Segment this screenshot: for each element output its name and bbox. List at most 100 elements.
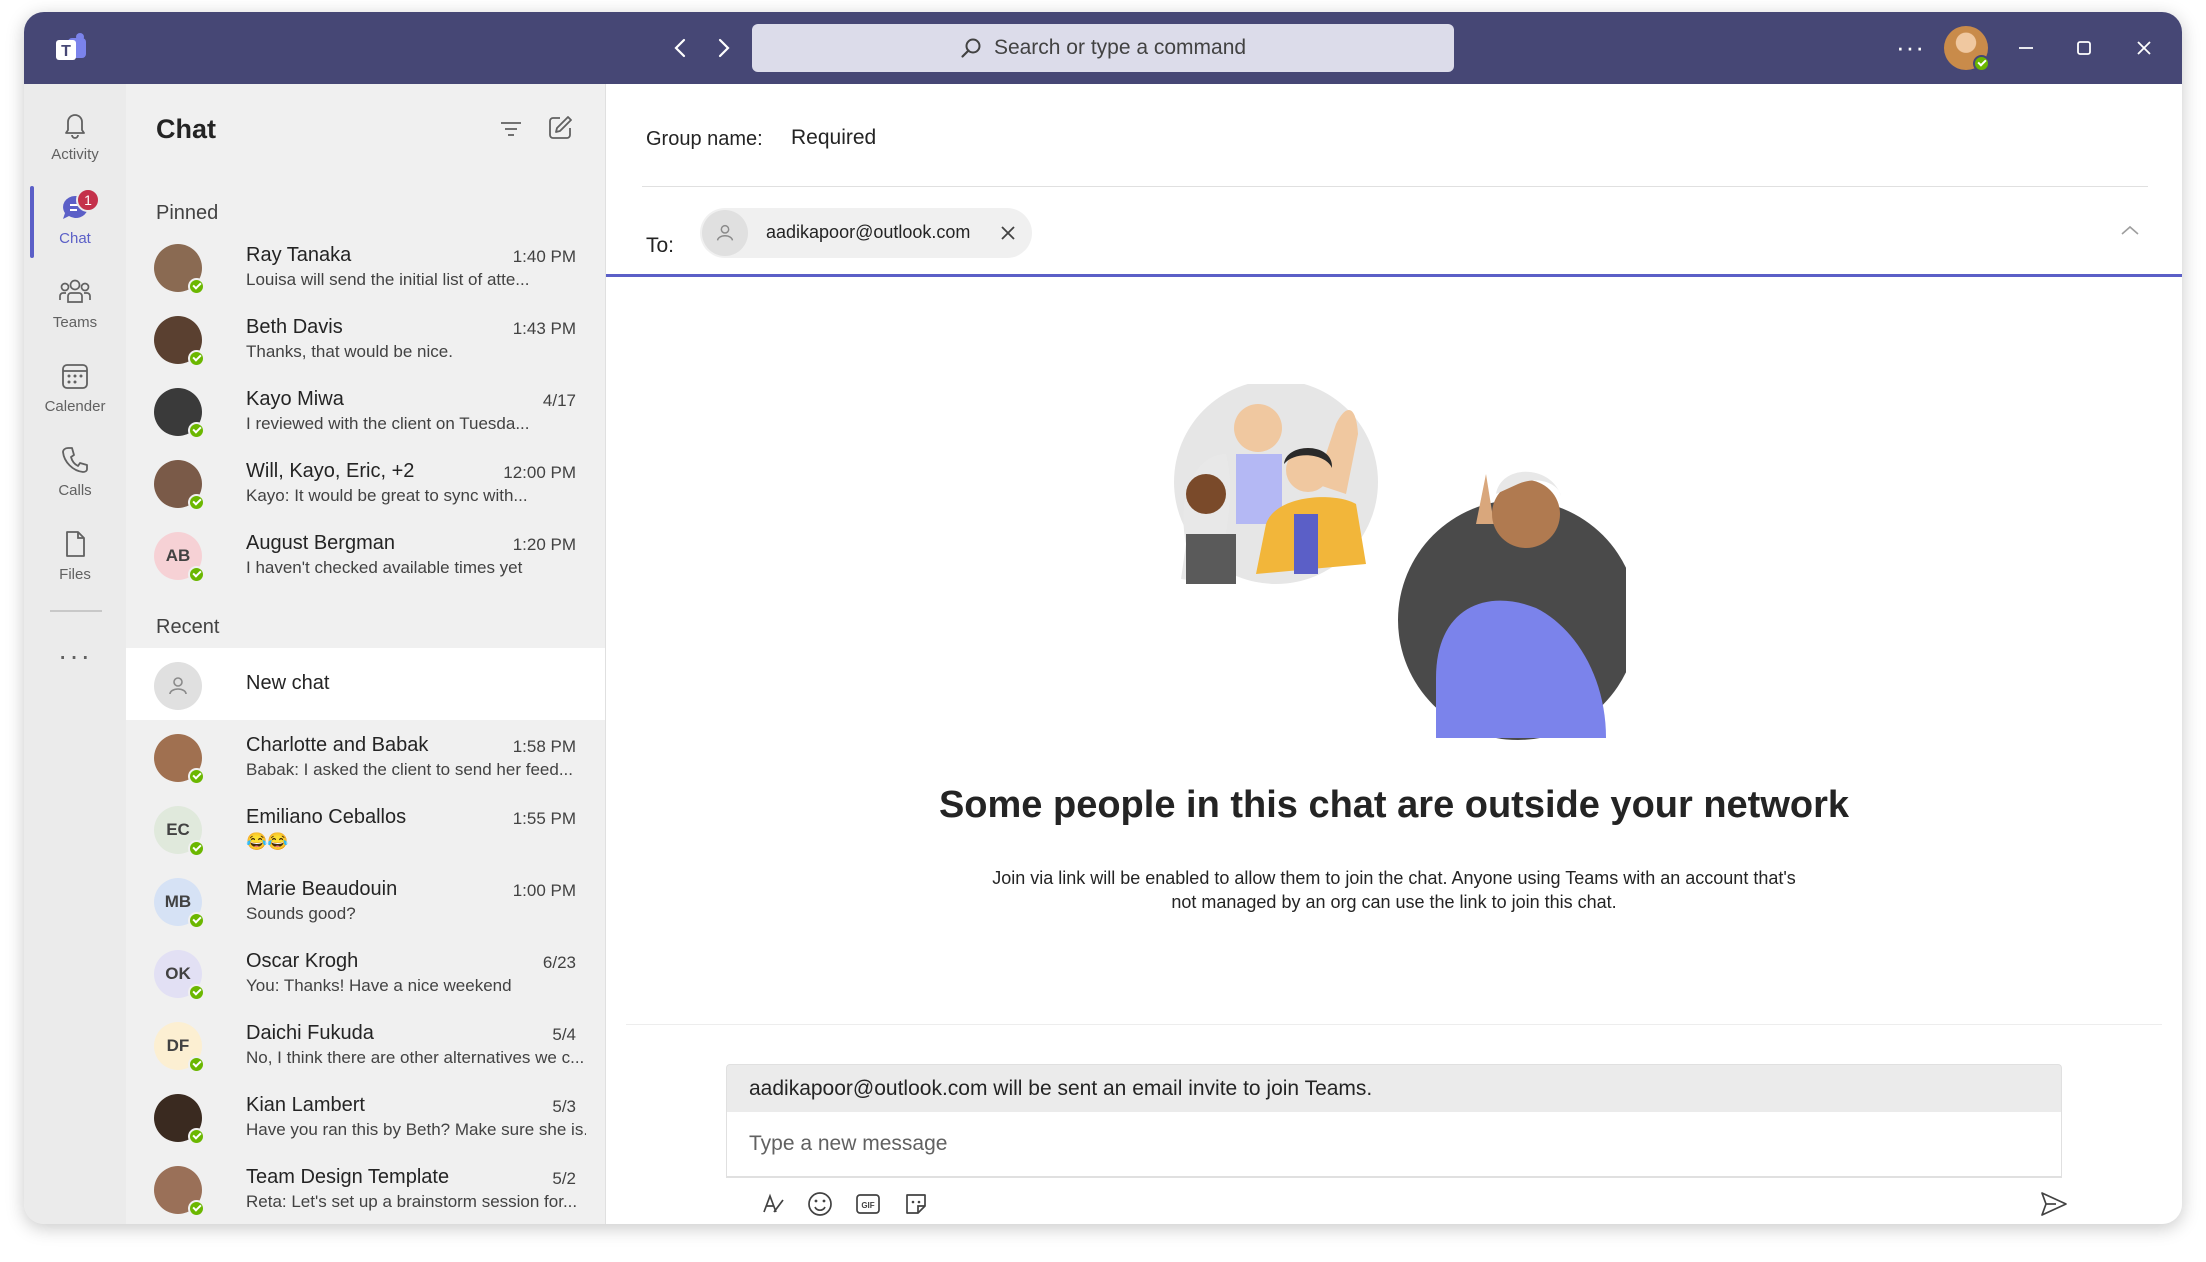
chat-preview: I haven't checked available times yet xyxy=(246,558,523,577)
avatar: OK xyxy=(154,950,205,1001)
new-chat-label: New chat xyxy=(246,672,330,694)
chat-time: 1:20 PM xyxy=(512,535,576,554)
more-apps-icon[interactable]: ··· xyxy=(24,640,126,672)
new-chat-compose-icon[interactable] xyxy=(546,114,574,147)
avatar-initials: AB xyxy=(165,546,191,565)
rail-label: Teams xyxy=(52,314,98,331)
chat-name: Charlotte and Babak xyxy=(246,734,429,756)
presence-available-icon xyxy=(188,1200,205,1217)
avatar xyxy=(154,1166,205,1217)
chat-list-item[interactable]: AB August Bergman 1:20 PM I haven't checked… xyxy=(126,518,605,590)
rail-item-teams[interactable]: Teams xyxy=(24,264,126,344)
avatar-initials: OK xyxy=(165,964,191,983)
rail-label: Files xyxy=(59,566,91,583)
file-icon xyxy=(66,531,85,557)
filter-icon[interactable] xyxy=(498,116,524,147)
person-icon xyxy=(716,224,734,241)
chat-preview: You: Thanks! Have a nice weekend xyxy=(246,976,512,995)
chat-time: 1:00 PM xyxy=(512,881,576,900)
rail-label: Calls xyxy=(58,482,92,499)
chat-list-item[interactable]: Will, Kayo, Eric, +2 12:00 PM Kayo: It wou… xyxy=(126,446,605,518)
new-chat-row[interactable]: New chat xyxy=(126,648,605,720)
avatar xyxy=(154,388,205,439)
avatar: EC xyxy=(154,806,205,857)
chat-list-item[interactable]: Kayo Miwa 4/17 I reviewed with the client … xyxy=(126,374,605,446)
chat-preview: Reta: Let's set up a brainstorm session … xyxy=(246,1192,578,1211)
rail-item-files[interactable]: Files xyxy=(24,516,126,596)
gif-icon[interactable]: GIF xyxy=(852,1188,884,1220)
maximize-icon[interactable] xyxy=(2070,34,2098,62)
avatar-initials: DF xyxy=(166,1036,190,1055)
presence-available-icon xyxy=(188,422,205,439)
avatar xyxy=(154,1094,205,1145)
presence-available-icon xyxy=(188,840,205,857)
back-arrow-icon[interactable] xyxy=(664,32,696,64)
more-options-icon[interactable]: ··· xyxy=(1896,32,1925,62)
chat-list-item[interactable]: DF Daichi Fukuda 5/4 No, I think there are … xyxy=(126,1008,605,1080)
recipient-chip[interactable]: aadikapoor@outlook.com xyxy=(700,208,1032,258)
chat-time: 12:00 PM xyxy=(503,463,576,482)
sticker-icon[interactable] xyxy=(900,1188,932,1220)
avatar xyxy=(154,662,202,710)
pinned-section-label: Pinned xyxy=(156,202,219,224)
format-icon[interactable] xyxy=(756,1188,788,1220)
presence-available-icon xyxy=(188,768,205,785)
chat-preview: 😂😂 xyxy=(246,832,289,851)
divider xyxy=(642,186,2148,187)
avatar-initials: MB xyxy=(164,892,192,911)
chat-preview: Sounds good? xyxy=(246,904,356,923)
chat-preview: Thanks, that would be nice. xyxy=(246,342,453,361)
search-box[interactable]: Search or type a command xyxy=(752,24,1454,72)
presence-available-icon xyxy=(188,984,205,1001)
chat-name: Daichi Fukuda xyxy=(246,1022,374,1044)
close-icon[interactable] xyxy=(2130,34,2158,62)
user-avatar[interactable] xyxy=(1944,26,1990,72)
teams-window: T Search or type a command ··· Activity xyxy=(24,12,2182,1224)
chat-list-item[interactable]: Kian Lambert 5/3 Have you ran this by Beth… xyxy=(126,1080,605,1152)
unread-badge: 1 xyxy=(76,188,100,212)
send-icon[interactable] xyxy=(2038,1188,2070,1224)
rail-label: Chat xyxy=(59,230,91,247)
chat-list-item[interactable]: Team Design Template 5/2 Reta: Let's set u… xyxy=(126,1152,605,1224)
bell-icon xyxy=(65,114,85,139)
chat-list-item[interactable]: Charlotte and Babak 1:58 PM Babak: I asked… xyxy=(126,720,605,792)
chat-name: Marie Beaudouin xyxy=(246,878,398,900)
divider xyxy=(626,1024,2162,1025)
recent-section-label: Recent xyxy=(156,616,220,638)
avatar xyxy=(154,734,205,785)
avatar xyxy=(154,460,205,511)
chat-list-item[interactable]: Ray Tanaka 1:40 PM Louisa will send the in… xyxy=(126,230,605,302)
title-bar: T Search or type a command ··· xyxy=(24,12,2182,84)
app-rail: Activity 1 Chat Teams Calender Calls Fil… xyxy=(24,84,126,1224)
rail-item-calls[interactable]: Calls xyxy=(24,432,126,512)
rail-item-calendar[interactable]: Calender xyxy=(24,348,126,428)
avatar-initials: EC xyxy=(166,820,190,839)
forward-arrow-icon[interactable] xyxy=(708,32,740,64)
chat-preview: Have you ran this by Beth? Make sure she… xyxy=(246,1120,586,1139)
chat-name: Ray Tanaka xyxy=(246,244,352,266)
search-icon xyxy=(961,38,981,58)
rail-divider xyxy=(50,610,102,612)
group-name-input[interactable]: Required xyxy=(791,126,876,150)
presence-available-icon xyxy=(188,566,205,583)
chat-name: August Bergman xyxy=(246,532,395,554)
chat-list-item[interactable]: MB Marie Beaudouin 1:00 PM Sounds good? xyxy=(126,864,605,936)
chat-time: 1:43 PM xyxy=(512,319,576,338)
presence-available-icon xyxy=(188,350,205,367)
person-icon xyxy=(169,677,187,695)
chat-list-item[interactable]: OK Oscar Krogh 6/23 You: Thanks! Have a nic… xyxy=(126,936,605,1008)
rail-item-chat[interactable]: 1 Chat xyxy=(24,180,126,260)
avatar xyxy=(154,244,205,295)
emoji-icon[interactable] xyxy=(804,1188,836,1220)
chat-list-item[interactable]: Beth Davis 1:43 PM Thanks, that would be n… xyxy=(126,302,605,374)
recipient-avatar xyxy=(702,210,748,256)
outside-network-heading: Some people in this chat are outside you… xyxy=(938,784,1850,826)
message-input[interactable]: Type a new message xyxy=(726,1112,2062,1178)
rail-item-activity[interactable]: Activity xyxy=(24,96,126,176)
chat-time: 4/17 xyxy=(542,391,576,410)
remove-recipient-icon[interactable] xyxy=(996,221,1020,250)
chat-list-item[interactable]: EC Emiliano Ceballos 1:55 PM 😂😂 xyxy=(126,792,605,864)
minimize-icon[interactable] xyxy=(2012,34,2040,62)
chevron-up-icon[interactable] xyxy=(2118,222,2142,243)
chat-name: Kian Lambert xyxy=(246,1094,365,1116)
